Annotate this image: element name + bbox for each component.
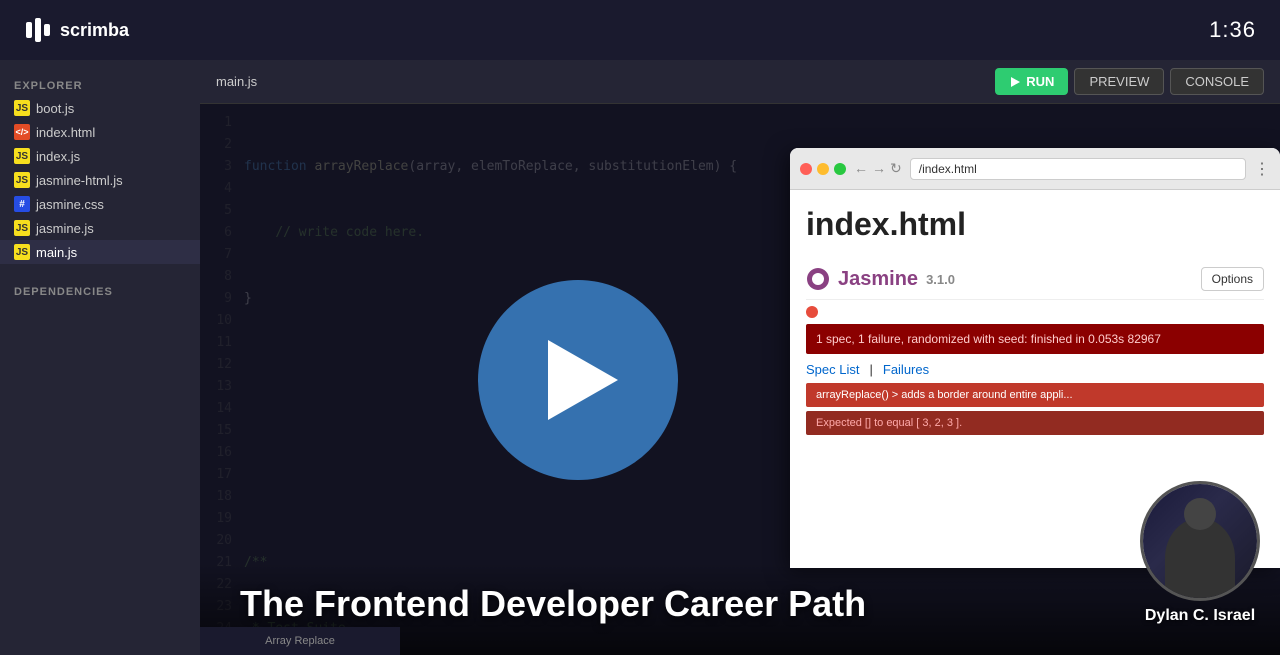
js-icon: JS [14, 172, 30, 188]
sidebar-filename: jasmine-html.js [36, 173, 123, 188]
timer-display: 1:36 [1209, 17, 1256, 43]
sidebar-item-indexhtml[interactable]: </> index.html [0, 120, 200, 144]
file-tab: main.js [216, 74, 257, 89]
logo: scrimba [24, 16, 129, 44]
console-button[interactable]: CONSOLE [1170, 68, 1264, 95]
sidebar: EXPLORER JS boot.js </> index.html JS in… [0, 60, 200, 655]
code-editor[interactable]: 1234 5678 9101112 13141516 17181920 2122… [200, 104, 1280, 655]
topbar: scrimba 1:36 [0, 0, 1280, 60]
bottom-bar: Array Replace [200, 627, 400, 655]
sidebar-filename: index.js [36, 149, 80, 164]
sidebar-filename: jasmine.js [36, 221, 94, 236]
main-layout: EXPLORER JS boot.js </> index.html JS in… [0, 60, 1280, 655]
sidebar-filename: jasmine.css [36, 197, 104, 212]
sidebar-item-bootjs[interactable]: JS boot.js [0, 96, 200, 120]
logo-text: scrimba [60, 20, 129, 41]
js-icon: JS [14, 220, 30, 236]
explorer-label: EXPLORER [0, 72, 200, 96]
sidebar-filename: main.js [36, 245, 77, 260]
js-icon: JS [14, 100, 30, 116]
sidebar-item-jasminehtmljs[interactable]: JS jasmine-html.js [0, 168, 200, 192]
toolbar-buttons: RUN PREVIEW CONSOLE [995, 68, 1264, 95]
sidebar-filename: boot.js [36, 101, 74, 116]
run-label: RUN [1026, 74, 1054, 89]
sidebar-item-indexjs[interactable]: JS index.js [0, 144, 200, 168]
play-icon [548, 340, 618, 420]
run-button[interactable]: RUN [995, 68, 1068, 95]
css-icon: # [14, 196, 30, 212]
run-icon [1009, 76, 1021, 88]
console-label: CONSOLE [1185, 74, 1249, 89]
scrimba-logo-icon [24, 16, 52, 44]
bottom-bar-label: Array Replace [265, 635, 335, 647]
preview-label: PREVIEW [1089, 74, 1149, 89]
sidebar-item-jasminejs[interactable]: JS jasmine.js [0, 216, 200, 240]
sidebar-item-jasminecss[interactable]: # jasmine.css [0, 192, 200, 216]
html-icon: </> [14, 124, 30, 140]
editor-toolbar: main.js RUN PREVIEW CONSOLE [200, 60, 1280, 104]
sidebar-filename: index.html [36, 125, 95, 140]
js-icon: JS [14, 148, 30, 164]
editor-area: main.js RUN PREVIEW CONSOLE 1234 5678 [200, 60, 1280, 655]
js-icon: JS [14, 244, 30, 260]
overlay-container: The Frontend Developer Career Path ← → [200, 104, 1280, 655]
dependencies-label: DEPENDENCIES [0, 278, 200, 302]
video-overlay[interactable]: The Frontend Developer Career Path [200, 104, 1280, 655]
play-button[interactable] [478, 280, 678, 480]
sidebar-item-mainjs[interactable]: JS main.js [0, 240, 200, 264]
preview-button[interactable]: PREVIEW [1074, 68, 1164, 95]
